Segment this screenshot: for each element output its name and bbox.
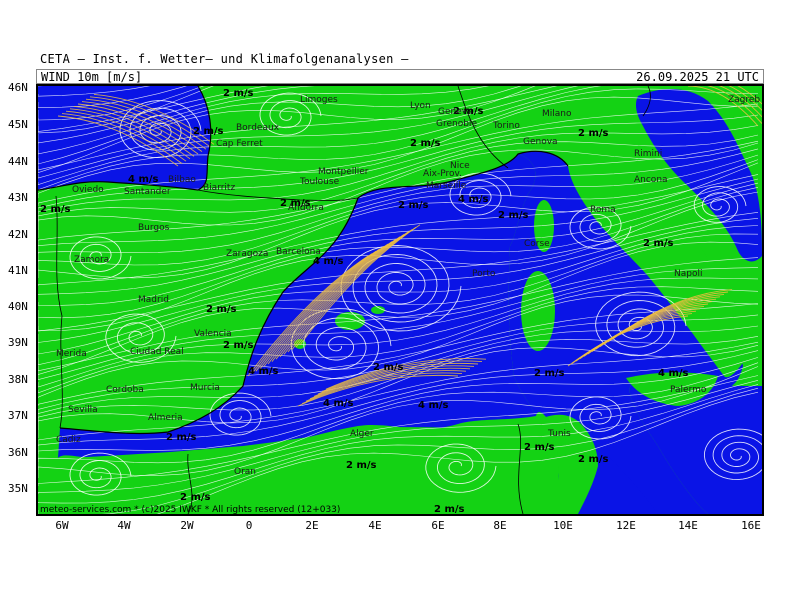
city-label: Biarritz — [203, 183, 235, 193]
city-label: Ciudad Real — [130, 347, 184, 357]
city-label: Grenoble — [436, 119, 477, 129]
wind-map: 2 m/s 2 m/s 2 m/s 2 m/s 2 m/s 4 m/s 2 m/… — [36, 84, 764, 516]
city-label: Roma — [590, 205, 616, 215]
city-label: Marseille — [426, 181, 467, 191]
lat-label-46n: 46N — [8, 81, 28, 94]
lon-label-4w: 4W — [117, 519, 131, 532]
lon-label-2e: 2E — [305, 519, 319, 532]
city-label: Tunis — [547, 429, 571, 439]
city-label: Montpellier — [318, 167, 369, 177]
wind-speed-label: 2 m/s — [534, 368, 565, 379]
wind-speed-label: 2 m/s — [643, 238, 674, 249]
wind-speed-label: 2 m/s — [193, 126, 224, 137]
wind-speed-label: 4 m/s — [128, 174, 159, 185]
city-label: Milano — [542, 109, 572, 119]
city-label: Almeria — [148, 413, 183, 423]
city-label: Corse — [524, 239, 550, 249]
city-label: Barcelona — [276, 247, 321, 257]
city-label: Cadiz — [56, 435, 81, 445]
lat-label-36n: 36N — [8, 446, 28, 459]
city-label: Ancona — [634, 175, 668, 185]
wind-speed-label: 4 m/s — [418, 400, 449, 411]
wind-speed-label: 4 m/s — [658, 368, 689, 379]
wind-speed-label: 2 m/s — [373, 362, 404, 373]
lat-label-41n: 41N — [8, 264, 28, 277]
lon-label-12e: 12E — [616, 519, 636, 532]
city-label: Genova — [523, 137, 558, 147]
lat-label-42n: 42N — [8, 228, 28, 241]
wind-speed-label: 4 m/s — [248, 366, 279, 377]
lon-label-6w: 6W — [55, 519, 69, 532]
wind-speed-label: 2 m/s — [524, 442, 555, 453]
lat-label-45n: 45N — [8, 118, 28, 131]
lon-label-0: 0 — [245, 519, 253, 532]
lon-label-10e: 10E — [553, 519, 573, 532]
lon-label-6e: 6E — [431, 519, 445, 532]
city-label: Cap Ferret — [216, 139, 263, 149]
city-label: Zamora — [74, 255, 109, 265]
lat-label-43n: 43N — [8, 191, 28, 204]
wind-speed-label: 4 m/s — [323, 398, 354, 409]
copyright-notice: meteo-services.com * (c)2025 IWKF * All … — [40, 505, 340, 514]
city-label: Sevilla — [68, 405, 98, 415]
city-label: Oviedo — [72, 185, 104, 195]
city-label: Bilbao — [168, 175, 196, 185]
city-label: Zagreb — [728, 95, 760, 105]
city-label: Merida — [56, 349, 87, 359]
wind-speed-label: 2 m/s — [398, 200, 429, 211]
city-label: Bordeaux — [236, 123, 280, 133]
lat-label-38n: 38N — [8, 373, 28, 386]
city-label: Zaragoza — [226, 249, 268, 259]
wind-speed-label: 2 m/s — [206, 304, 237, 315]
valid-time: 26.09.2025 21 UTC — [636, 70, 759, 84]
wind-speed-label: 2 m/s — [578, 454, 609, 465]
lon-label-4e: 4E — [368, 519, 382, 532]
city-label: Murcia — [190, 383, 220, 393]
lat-label-44n: 44N — [8, 155, 28, 168]
city-label: Torino — [492, 121, 520, 131]
wind-speed-label: 4 m/s — [458, 194, 489, 205]
wind-speed-label: 2 m/s — [346, 460, 377, 471]
lat-label-40n: 40N — [8, 300, 28, 313]
lon-label-16e: 16E — [741, 519, 761, 532]
wind-speed-label: 2 m/s — [434, 504, 465, 514]
city-label: Burgos — [138, 223, 170, 233]
wind-speed-label: 4 m/s — [313, 256, 344, 267]
city-label: Nice — [450, 161, 470, 171]
wind-speed-label: 2 m/s — [166, 432, 197, 443]
header-title: CETA — Inst. f. Wetter— und Klimafolgena… — [40, 52, 409, 66]
city-label: Oran — [234, 467, 256, 477]
city-label: Palermo — [670, 385, 707, 395]
wind-speed-label: 2 m/s — [40, 204, 71, 215]
city-label: Cordoba — [106, 385, 144, 395]
city-label: Porto — [472, 269, 496, 279]
field-title: WIND 10m [m/s] — [41, 70, 143, 84]
city-label: Madrid — [138, 295, 169, 305]
city-label: Geneva — [438, 107, 473, 117]
lon-label-2w: 2W — [180, 519, 194, 532]
lon-label-14e: 14E — [678, 519, 698, 532]
wind-speed-label: 2 m/s — [223, 340, 254, 351]
city-label: Lyon — [410, 101, 431, 111]
lat-label-35n: 35N — [8, 482, 28, 495]
city-label: Santander — [124, 187, 171, 197]
city-label: Toulouse — [299, 177, 340, 187]
city-label: Rimini — [634, 149, 662, 159]
city-label: Valencia — [194, 329, 232, 339]
map-subheader: WIND 10m [m/s] 26.09.2025 21 UTC — [36, 69, 764, 84]
wind-speed-label: 2 m/s — [223, 88, 254, 99]
wind-speed-label: 2 m/s — [498, 210, 529, 221]
lon-label-8e: 8E — [493, 519, 507, 532]
city-label: Alger — [350, 429, 374, 439]
city-label: Napoli — [674, 269, 702, 279]
wind-speed-label: 2 m/s — [578, 128, 609, 139]
wind-speed-label: 2 m/s — [410, 138, 441, 149]
lat-label-37n: 37N — [8, 409, 28, 422]
wind-speed-label: 2 m/s — [180, 492, 211, 503]
city-label: Andorra — [288, 203, 324, 213]
lat-label-39n: 39N — [8, 336, 28, 349]
wind-map-canvas: 2 m/s 2 m/s 2 m/s 2 m/s 2 m/s 4 m/s 2 m/… — [38, 86, 762, 514]
city-label: Limoges — [300, 95, 338, 105]
